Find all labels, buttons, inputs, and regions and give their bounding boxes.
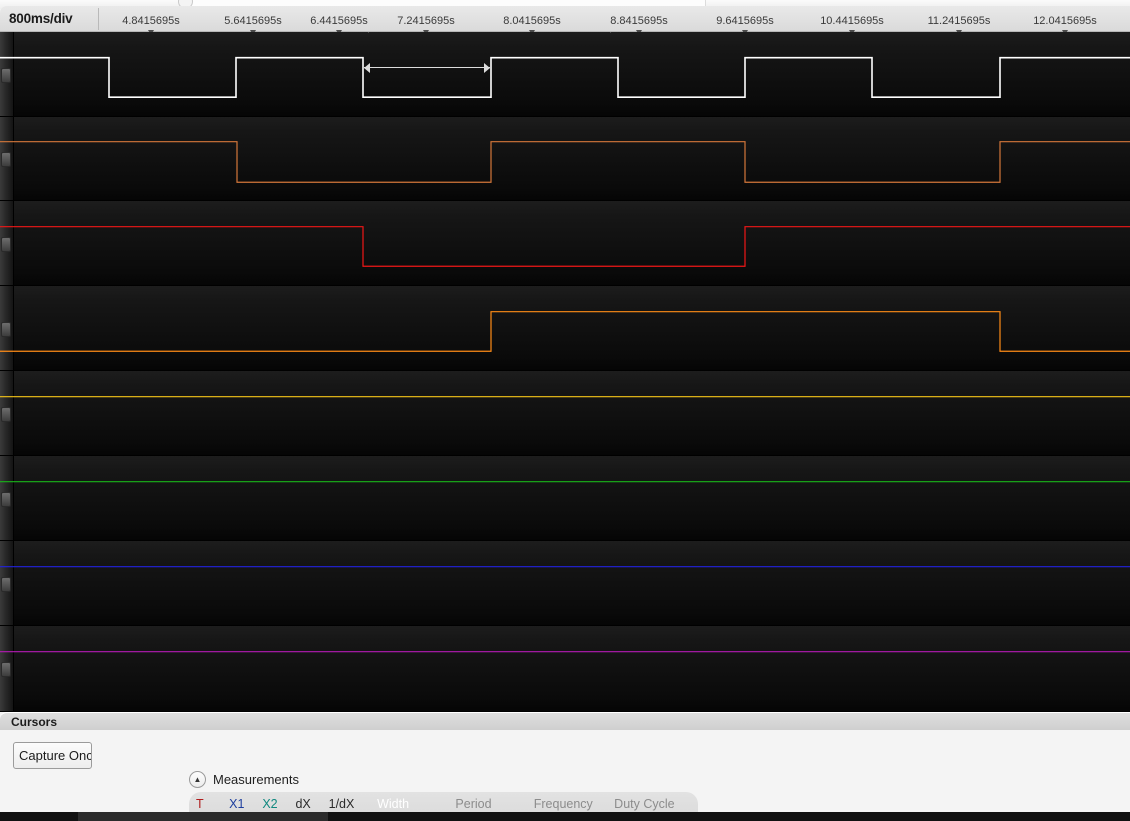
waveform-row-channel-5[interactable] bbox=[0, 371, 1130, 456]
time-tick-label: 10.4415695s bbox=[820, 15, 884, 27]
measurement-key: Frequency bbox=[533, 797, 593, 811]
measurement-key: Period bbox=[455, 797, 492, 811]
timeline-span-marker bbox=[363, 32, 616, 33]
timeline-ruler[interactable]: 800ms/div 4.8415695s 5.6415695s 6.4415695s… bbox=[0, 6, 1130, 35]
measurements-header[interactable]: ▲ Measurements bbox=[189, 771, 299, 788]
chevron-up-icon[interactable]: ▲ bbox=[189, 771, 206, 788]
measurement-key: X2 bbox=[262, 797, 278, 811]
waveform-trace-channel-5 bbox=[0, 371, 1130, 455]
measurement-key: 1/dX bbox=[328, 797, 355, 811]
time-tick-label: 5.6415695s bbox=[224, 15, 282, 27]
pulse-width-measure-arrow bbox=[364, 63, 490, 73]
logic-analyzer-window: 800ms/div 4.8415695s 5.6415695s 6.4415695s… bbox=[0, 0, 1130, 821]
waveform-trace-channel-3 bbox=[0, 201, 1130, 285]
waveform-row-channel-1[interactable] bbox=[0, 32, 1130, 117]
waveform-trace-channel-8 bbox=[0, 626, 1130, 711]
time-tick-label: 6.4415695s bbox=[310, 15, 368, 27]
waveform-trace-channel-2 bbox=[0, 117, 1130, 200]
measurement-key: X1 bbox=[229, 797, 245, 811]
measurement-key: Width bbox=[377, 797, 410, 811]
time-tick-label: 11.2415695s bbox=[927, 15, 991, 27]
measurement-key: dX bbox=[295, 797, 311, 811]
time-tick-label: 7.2415695s bbox=[397, 15, 455, 27]
measurement-key: Duty Cycle bbox=[614, 797, 675, 811]
waveform-row-channel-6[interactable] bbox=[0, 456, 1130, 541]
taskbar-item[interactable] bbox=[78, 812, 328, 821]
waveform-trace-channel-1 bbox=[0, 32, 1130, 116]
time-per-division-label: 800ms/div bbox=[9, 11, 73, 26]
time-tick-label: 4.8415695s bbox=[122, 15, 180, 27]
time-tick-label: 9.6415695s bbox=[716, 15, 774, 27]
waveform-row-channel-8[interactable] bbox=[0, 626, 1130, 712]
time-tick-label: 8.8415695s bbox=[610, 15, 668, 27]
measurements-title: Measurements bbox=[213, 772, 299, 787]
waveform-row-channel-7[interactable] bbox=[0, 541, 1130, 626]
cursors-bar[interactable]: Cursors bbox=[0, 712, 1130, 730]
measurement-key: T bbox=[196, 797, 204, 811]
cursors-label: Cursors bbox=[11, 715, 58, 729]
taskbar-strip bbox=[0, 812, 1130, 821]
waveform-trace-channel-6 bbox=[0, 456, 1130, 540]
waveform-trace-channel-7 bbox=[0, 541, 1130, 625]
waveform-row-channel-2[interactable] bbox=[0, 117, 1130, 201]
time-tick-label: 8.0415695s bbox=[503, 15, 561, 27]
waveform-row-channel-3[interactable] bbox=[0, 201, 1130, 286]
waveform-trace-channel-4 bbox=[0, 286, 1130, 370]
time-tick-label: 12.0415695s bbox=[1033, 15, 1097, 27]
ruler-divider bbox=[98, 8, 99, 30]
bottom-panel: Capture Once ▲ Measurements T0nsX10nsX20… bbox=[0, 730, 1130, 821]
capture-once-button[interactable]: Capture Once bbox=[13, 742, 92, 769]
waveform-viewport[interactable] bbox=[0, 32, 1130, 712]
waveform-row-channel-4[interactable] bbox=[0, 286, 1130, 371]
